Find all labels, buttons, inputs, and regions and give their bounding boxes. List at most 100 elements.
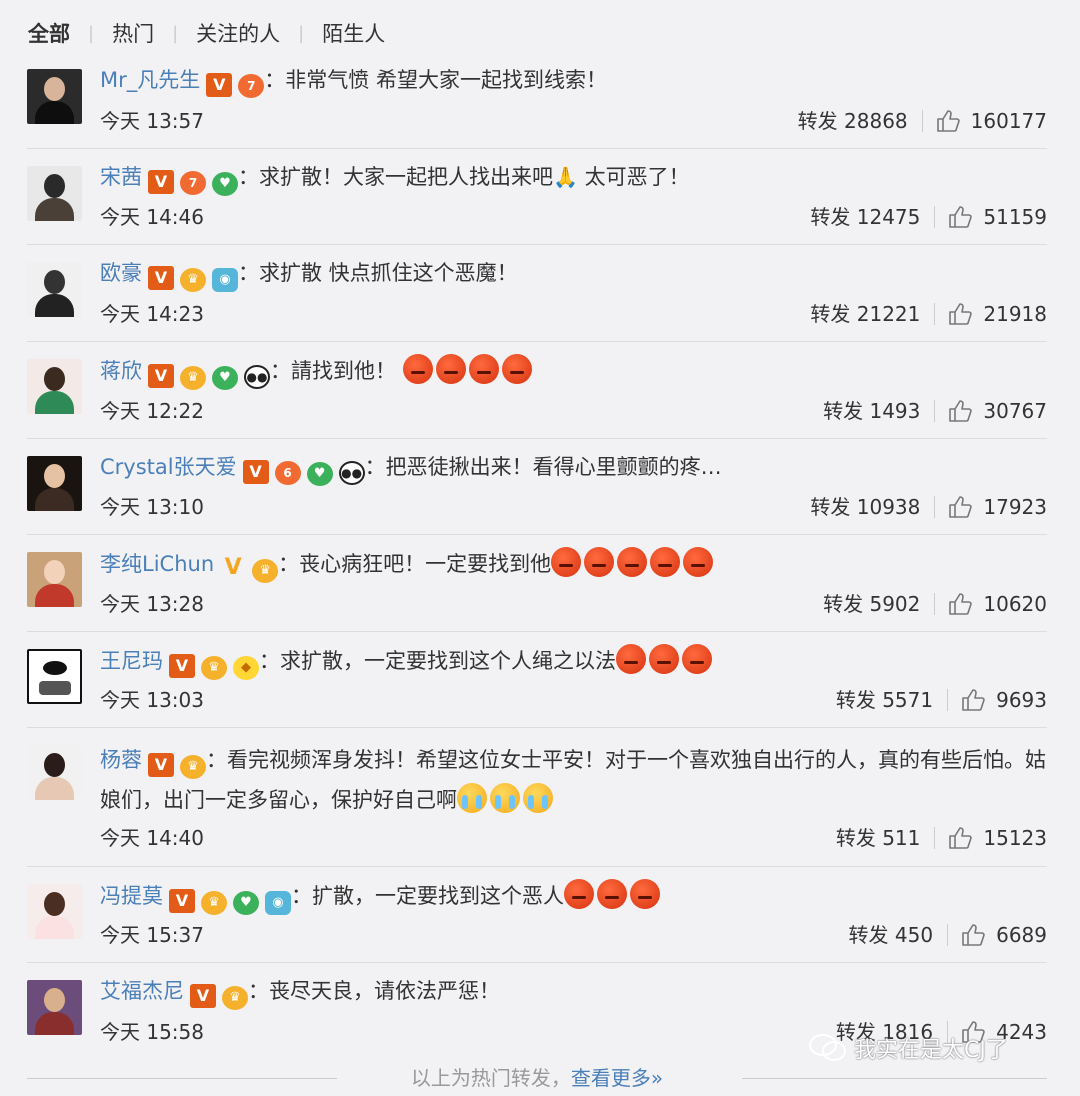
comment-line: 蒋欣 V ♛ ♥ ●● ：請找到他！ <box>100 354 1047 390</box>
divider <box>934 496 936 518</box>
username-link[interactable]: Crystal张天爱 <box>100 455 237 479</box>
repost-button[interactable]: 转发 511 <box>836 824 921 852</box>
avatar[interactable] <box>27 69 82 124</box>
level-badge-icon: 7 <box>238 74 265 98</box>
tab-hot[interactable]: 热门 <box>110 18 156 48</box>
avatar[interactable] <box>27 745 82 800</box>
stats: 转发 12475 51159 <box>810 203 1047 231</box>
username-link[interactable]: 杨蓉 <box>100 748 142 772</box>
comment-line: 冯提莫 V ♛ ♥ ◉ ：扩散，一定要找到这个恶人 <box>100 879 1047 915</box>
panda-badge-icon: ●● <box>338 461 365 485</box>
angry-emoji-icon <box>683 547 714 577</box>
footer-text: 以上为热门转发，查看更多» <box>410 1066 664 1090</box>
comment-line: 杨蓉 V ♛ ：看完视频浑身发抖！希望这位女士平安！对于一个喜欢独自出行的人，真的有些… <box>100 740 1047 820</box>
avatar[interactable] <box>27 359 82 414</box>
stats: 转发 5902 10620 <box>823 590 1047 618</box>
like-button[interactable]: 30767 <box>948 397 1047 425</box>
filter-tabs: 全部 | 热门 | 关注的人 | 陌生人 <box>26 18 387 48</box>
like-button[interactable]: 160177 <box>936 107 1047 135</box>
repost-button[interactable]: 转发 1493 <box>823 397 920 425</box>
like-count: 21918 <box>983 302 1047 326</box>
repost-count: 5571 <box>882 688 934 712</box>
meta-line: 今天 15:37 转发 450 6689 <box>100 921 1047 949</box>
divider <box>921 110 923 132</box>
repost-button[interactable]: 转发 450 <box>849 921 934 949</box>
tab-strangers[interactable]: 陌生人 <box>320 18 387 48</box>
view-more-link[interactable]: 查看更多» <box>571 1066 663 1090</box>
angry-emoji-icon <box>597 879 627 909</box>
username-link[interactable]: Mr_凡先生 <box>100 68 200 92</box>
angry-emoji-icon <box>402 354 433 384</box>
repost-button[interactable]: 转发 28868 <box>798 107 908 135</box>
divider <box>934 206 936 228</box>
like-button[interactable]: 9693 <box>961 686 1047 714</box>
verified-v-icon: V <box>148 170 174 194</box>
angry-emoji-icon <box>649 644 679 674</box>
comment-text-2: 太可恶了！ <box>577 165 690 189</box>
comment-text: ：把恶徒揪出来！看得心里颤颤的疼… <box>364 455 722 479</box>
verified-v-icon: V <box>169 654 195 678</box>
comment-text: ：請找到他！ <box>270 359 396 383</box>
list-item: Mr_凡先生 V 7 ：非常气愤 希望大家一起找到线索！ 今天 13:57 转发 28… <box>27 52 1047 149</box>
comment-text: ：求扩散 快点抓住这个恶魔！ <box>238 261 518 285</box>
repost-button[interactable]: 转发 12475 <box>810 203 920 231</box>
heart-badge-icon: ♥ <box>212 172 238 196</box>
repost-button[interactable]: 转发 5902 <box>823 590 920 618</box>
like-button[interactable]: 6689 <box>961 921 1047 949</box>
tab-following[interactable]: 关注的人 <box>194 18 282 48</box>
like-button[interactable]: 51159 <box>948 203 1047 231</box>
tab-all[interactable]: 全部 <box>26 18 72 48</box>
timestamp: 今天 15:37 <box>100 923 204 947</box>
stats: 转发 511 15123 <box>836 824 1047 852</box>
list-item: 王尼玛 V ♛ ◆ ：求扩散，一定要找到这个人绳之以法 今天 13:03 转发 5571… <box>27 632 1047 728</box>
fan-badge-icon: ♛ <box>180 755 206 779</box>
like-button[interactable]: 21918 <box>948 300 1047 328</box>
timestamp: 今天 13:28 <box>100 592 204 616</box>
comment-text: ：丧心病狂吧！一定要找到他 <box>278 552 552 576</box>
username-link[interactable]: 蒋欣 <box>100 359 142 383</box>
stats: 转发 5571 9693 <box>836 686 1047 714</box>
list-item: 蒋欣 V ♛ ♥ ●● ：請找到他！ 今天 12:22 转发 1493 30767 <box>27 342 1047 439</box>
stats: 转发 1493 30767 <box>823 397 1047 425</box>
username-link[interactable]: 李纯LiChun <box>100 552 214 576</box>
username-link[interactable]: 王尼玛 <box>100 649 163 673</box>
avatar[interactable] <box>27 649 82 704</box>
meta-line: 今天 14:23 转发 21221 21918 <box>100 300 1047 328</box>
verified-v-icon: V <box>148 364 174 388</box>
duck-badge-icon: ◆ <box>233 656 259 680</box>
stats: 转发 450 6689 <box>849 921 1047 949</box>
fan-badge-icon: ♛ <box>201 891 227 915</box>
comment-line: 李纯LiChun V ♛ ：丧心病狂吧！一定要找到他 <box>100 547 1047 583</box>
repost-count: 21221 <box>856 302 921 326</box>
avatar[interactable] <box>27 262 82 317</box>
avatar[interactable] <box>27 456 82 511</box>
verified-v-icon: V <box>224 555 242 580</box>
like-count: 6689 <box>996 923 1047 947</box>
like-count: 9693 <box>996 688 1047 712</box>
avatar[interactable] <box>27 884 82 939</box>
repost-button[interactable]: 转发 10938 <box>810 493 920 521</box>
comment-text: ：扩散，一定要找到这个恶人 <box>291 884 564 908</box>
username-link[interactable]: 欧豪 <box>100 261 142 285</box>
username-link[interactable]: 冯提莫 <box>100 884 163 908</box>
username-link[interactable]: 艾福杰尼 <box>100 979 184 1003</box>
avatar[interactable] <box>27 980 82 1035</box>
repost-count: 450 <box>894 923 934 947</box>
level-badge-icon: 6 <box>274 461 301 485</box>
repost-button[interactable]: 转发 5571 <box>836 686 933 714</box>
repost-button[interactable]: 转发 21221 <box>810 300 920 328</box>
fan-badge-icon: ♛ <box>180 268 206 292</box>
username-link[interactable]: 宋茜 <box>100 165 142 189</box>
like-button[interactable]: 10620 <box>948 590 1047 618</box>
comment-text: ：求扩散！大家一起把人找出来吧 <box>238 165 553 189</box>
comment-text: ：丧尽天良，请依法严惩！ <box>248 979 500 1003</box>
like-button[interactable]: 17923 <box>948 493 1047 521</box>
angry-emoji-icon <box>630 879 660 909</box>
verified-v-icon: V <box>148 753 174 777</box>
like-button[interactable]: 15123 <box>948 824 1047 852</box>
avatar[interactable] <box>27 166 82 221</box>
like-count: 10620 <box>983 592 1047 616</box>
thumbs-up-icon <box>949 593 973 615</box>
repost-count: 5902 <box>869 592 921 616</box>
avatar[interactable] <box>27 552 82 607</box>
